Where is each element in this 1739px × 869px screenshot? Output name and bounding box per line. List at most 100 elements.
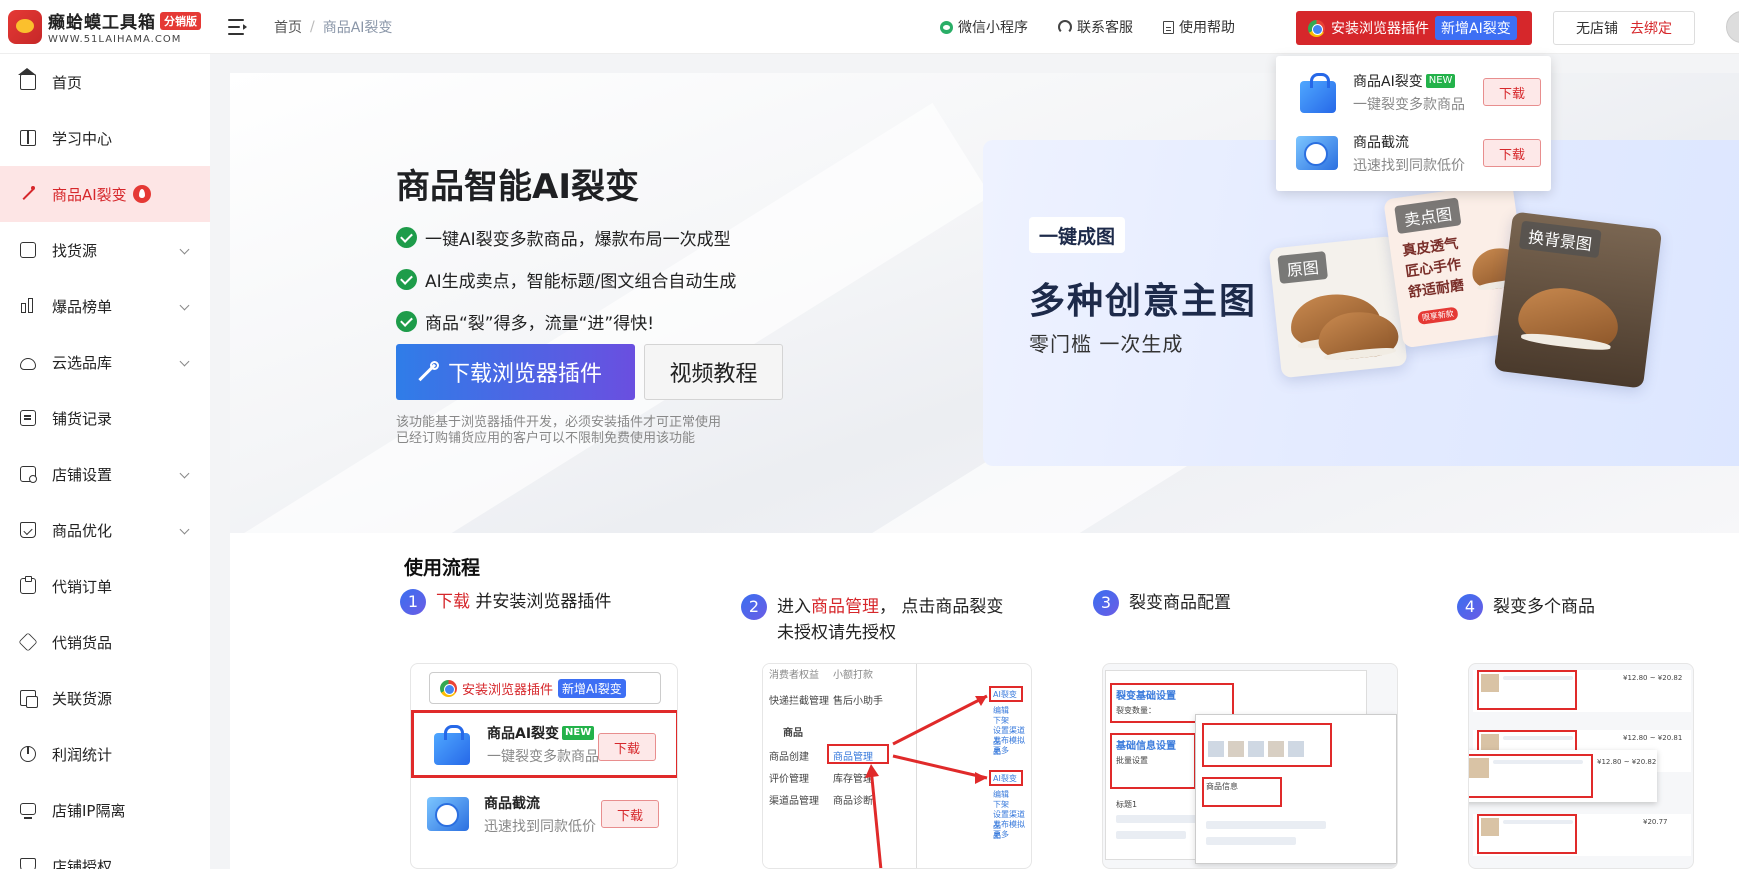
preview-price: ¥12.80 ~ ¥20.82 [1597,758,1657,766]
pie-chart-icon [20,746,36,762]
sidebar-item-home[interactable]: 首页 [0,54,210,110]
product-thumbnail [1481,818,1499,836]
step-number: 4 [1457,594,1483,620]
new-badge: NEW [1425,73,1456,88]
sidebar-item-label: 铺货记录 [52,409,113,428]
sidebar-item-ai-fission[interactable]: 商品AI裂变 [0,166,210,222]
sidebar-item-label: 找货源 [52,241,98,260]
preview-line [1116,815,1206,823]
menu-fold-icon[interactable] [228,18,248,35]
help-link[interactable]: 使用帮助 [1163,17,1235,37]
install-plugin-tag: 新增AI裂变 [1435,16,1517,40]
chevron-down-icon [179,524,190,535]
cloud-icon [20,357,36,370]
step-highlight-link[interactable]: 下载 [436,592,470,612]
help-label: 使用帮助 [1179,20,1235,36]
logo[interactable]: 癞蛤蟆工具箱 分销版 WWW.51LAIHAMA.COM [0,0,210,54]
sidebar-item-find-source[interactable]: 找货源 [0,222,210,278]
step-highlight-link[interactable]: 商品管理 [811,597,879,617]
preview-image [1228,741,1244,757]
step-4: 4 裂变多个商品 [1457,594,1595,620]
magic-wand-icon [20,186,36,202]
sidebar-item-learning[interactable]: 学习中心 [0,110,210,166]
popover-item-desc: 迅速找到同款低价 [1353,157,1465,174]
install-plugin-preview: 安装浏览器插件 新增AI裂变 [429,672,661,704]
card-label: 原图 [1277,251,1329,284]
sidebar-item-label: 爆品榜单 [52,297,113,316]
download-plugin-button[interactable]: 下载浏览器插件 [396,344,635,400]
sidebar-item-linked-source[interactable]: 关联货源 [0,670,210,726]
feature-item: 商品“裂”得多，流量“进”得快! [396,300,736,342]
step-text: 裂变多个商品 [1493,597,1595,617]
shop-settings-icon [20,466,37,483]
banner-subtitle: 零门槛 一次生成 [1029,332,1184,356]
product-thumbnail [1481,674,1499,692]
logo-url: WWW.51LAIHAMA.COM [48,34,182,45]
preview-row-title: 商品截流 [484,795,540,812]
banner-tag: 一键成图 [1029,217,1126,253]
main-content: 商品智能AI裂变 一键AI裂变多款商品，爆款布局一次成型 AI生成卖点，智能标题… [230,73,1739,869]
breadcrumb-home[interactable]: 首页 [274,17,302,37]
store-selector[interactable]: 无店铺 去绑定 [1553,11,1695,45]
bind-store-link[interactable]: 去绑定 [1630,18,1672,38]
sidebar-item-store-settings[interactable]: 店铺设置 [0,446,210,502]
popover-item-desc: 一键裂变多款商品 [1353,96,1465,113]
sidebar-item-consign-orders[interactable]: 代销订单 [0,558,210,614]
original-image-card: 原图 [1268,235,1408,379]
preview-row-title: 商品AI裂变 [487,725,560,742]
selling-point-text: 真皮透气 匠心手作 舒适耐磨 [1401,234,1465,304]
download-button[interactable]: 下载 [1483,139,1541,167]
arrow-annotation [865,694,988,868]
install-preview-label: 安装浏览器插件 [462,682,554,698]
install-plugin-button[interactable]: 安装浏览器插件 新增AI裂变 [1296,11,1532,45]
home-icon [18,68,36,90]
sidebar-item-hot-list[interactable]: 爆品榜单 [0,278,210,334]
preview-detail-panel: 商品信息 [1195,714,1397,864]
avatar[interactable] [1726,11,1739,43]
notice-line: 该功能基于浏览器插件开发，必须安装插件才可正常使用 [396,415,722,430]
sidebar-item-label: 学习中心 [52,129,113,148]
header-links: 微信小程序 联系客服 使用帮助 [940,0,1235,54]
promo-pill: 限享新款 [1417,306,1459,326]
preview-image [1288,741,1304,757]
sidebar-item-consign-goods[interactable]: 代销货品 [0,614,210,670]
sidebar: 首页 学习中心 商品AI裂变 找货源 爆品榜单 云选品库 铺货记录 店铺设置 商… [0,54,210,869]
sidebar-item-store-auth[interactable]: 店铺授权 [0,838,210,869]
preview-download-button: 下载 [601,800,659,828]
preview-row-ai-fission: 商品AI裂变 NEW 一键裂变多款商品 下载 [411,710,677,778]
sidebar-item-listing-records[interactable]: 铺货记录 [0,390,210,446]
logo-title: 癞蛤蟆工具箱 分销版 [48,8,201,33]
shoe-image [1515,283,1622,353]
wechat-mini-program-label: 微信小程序 [958,20,1028,36]
preview-line [1493,760,1583,764]
logo-text: 癞蛤蟆工具箱 分销版 WWW.51LAIHAMA.COM [48,8,201,45]
breadcrumb-current: 商品AI裂变 [322,19,393,36]
check-circle-icon [396,226,417,248]
sidebar-item-label: 代销订单 [52,577,113,596]
bar-chart-icon [20,298,36,314]
price-search-icon [425,789,475,839]
download-button[interactable]: 下载 [1483,78,1541,106]
document-icon [1163,20,1174,34]
wechat-mini-program-link[interactable]: 微信小程序 [940,17,1028,37]
background-swap-card: 换背景图 [1493,211,1663,389]
magic-wand-icon [414,360,439,384]
video-tutorial-button[interactable]: 视频教程 [644,344,783,400]
preview-price: ¥20.77 [1643,818,1668,826]
list-icon [20,410,36,426]
sidebar-item-ip-isolation[interactable]: 店铺IP隔离 [0,782,210,838]
sidebar-item-cloud-library[interactable]: 云选品库 [0,334,210,390]
step-1-screenshot: 安装浏览器插件 新增AI裂变 商品AI裂变 NEW 一键裂变多款商品 下载 商品… [410,663,678,869]
preview-image [1268,741,1284,757]
step-3: 3 裂变商品配置 [1093,590,1231,616]
sidebar-item-product-optimize[interactable]: 商品优化 [0,502,210,558]
contact-support-link[interactable]: 联系客服 [1058,17,1133,37]
plugin-notice: 该功能基于浏览器插件开发，必须安装插件才可正常使用 已经订购铺货应用的客户可以不… [396,415,721,447]
preview-line [1206,837,1296,845]
preview-download-button: 下载 [598,733,656,761]
preview-image [1208,741,1224,757]
preview-image [1248,741,1264,757]
preview-label: 标题1 [1116,800,1138,809]
sidebar-item-profit-stats[interactable]: 利润统计 [0,726,210,782]
feature-text: 商品“裂”得多，流量“进”得快! [425,313,655,334]
